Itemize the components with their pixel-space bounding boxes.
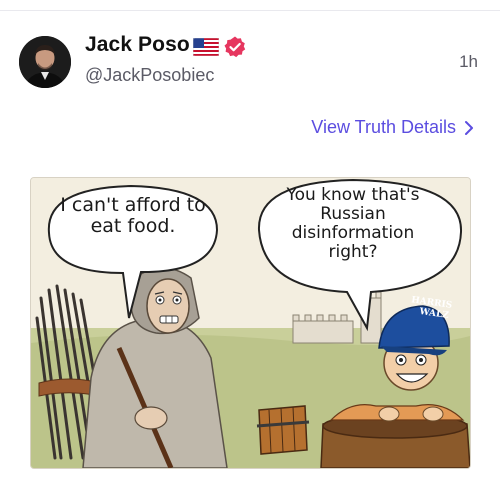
post-timestamp: 1h (459, 52, 478, 71)
us-flag-icon (193, 38, 219, 56)
post-header: Jack Poso @JackPosobiec 1h (0, 0, 500, 110)
chevron-right-icon (465, 120, 473, 135)
comic-image[interactable]: I can't afford to eat food. You know tha… (30, 177, 471, 469)
author-name[interactable]: Jack Poso (85, 33, 190, 57)
avatar[interactable] (19, 36, 71, 88)
speech-bubble-right-text: You know that's Russian disinformation r… (286, 185, 420, 263)
speech-bubble-left-text: I can't afford to eat food. (60, 194, 206, 238)
author-handle[interactable]: @JackPosobiec (85, 65, 214, 86)
avatar-portrait-icon (19, 36, 71, 88)
verified-badge-icon (224, 36, 246, 58)
bucket-icon (256, 405, 310, 455)
view-truth-details-label: View Truth Details (311, 117, 456, 137)
view-truth-details-link[interactable]: View Truth Details (311, 117, 474, 138)
